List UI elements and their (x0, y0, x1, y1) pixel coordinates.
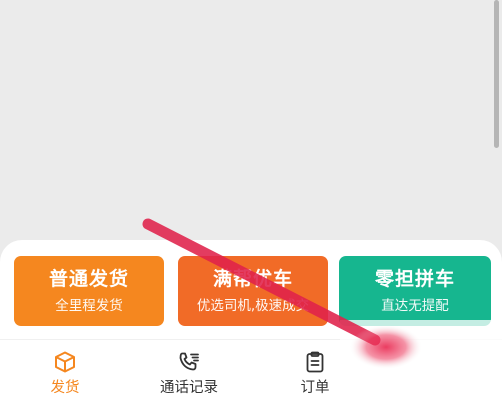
tab-ship[interactable]: 发货 (5, 340, 125, 407)
service-title: 普通发货 (48, 268, 129, 290)
normal-shipping-button[interactable]: 普通发货 全里程发货 (14, 256, 164, 326)
service-title: 满帮优车 (212, 268, 293, 290)
call-log-icon (179, 352, 199, 371)
tab-orders[interactable]: 订单 (255, 340, 375, 407)
ltl-carpool-button[interactable]: 零担拼车 直达无提配 (339, 256, 491, 326)
service-subtitle: 全里程发货 (55, 298, 123, 314)
service-subtitle: 优选司机,极速成交 (196, 298, 310, 314)
tab-label: 通话记录 (160, 380, 218, 396)
content-area (0, 0, 502, 250)
box-icon (55, 351, 75, 373)
clipboard-icon (306, 351, 324, 373)
premium-truck-button[interactable]: 满帮优车 优选司机,极速成交 (178, 256, 328, 326)
service-buttons: 普通发货 全里程发货 满帮优车 优选司机,极速成交 零担拼车 直达无提配 (14, 256, 491, 326)
service-subtitle: 直达无提配 (381, 298, 449, 314)
tab-label: 订单 (300, 380, 330, 396)
bottom-tab-bar: 发货 通话记录 订单 (0, 340, 502, 407)
scrollbar[interactable] (494, 0, 499, 148)
app-screen: 普通发货 全里程发货 满帮优车 优选司机,极速成交 零担拼车 直达无提配 发货 (0, 0, 502, 407)
tab-call-log[interactable]: 通话记录 (129, 340, 249, 407)
tab-label: 发货 (50, 380, 80, 396)
service-title: 零担拼车 (374, 268, 455, 290)
